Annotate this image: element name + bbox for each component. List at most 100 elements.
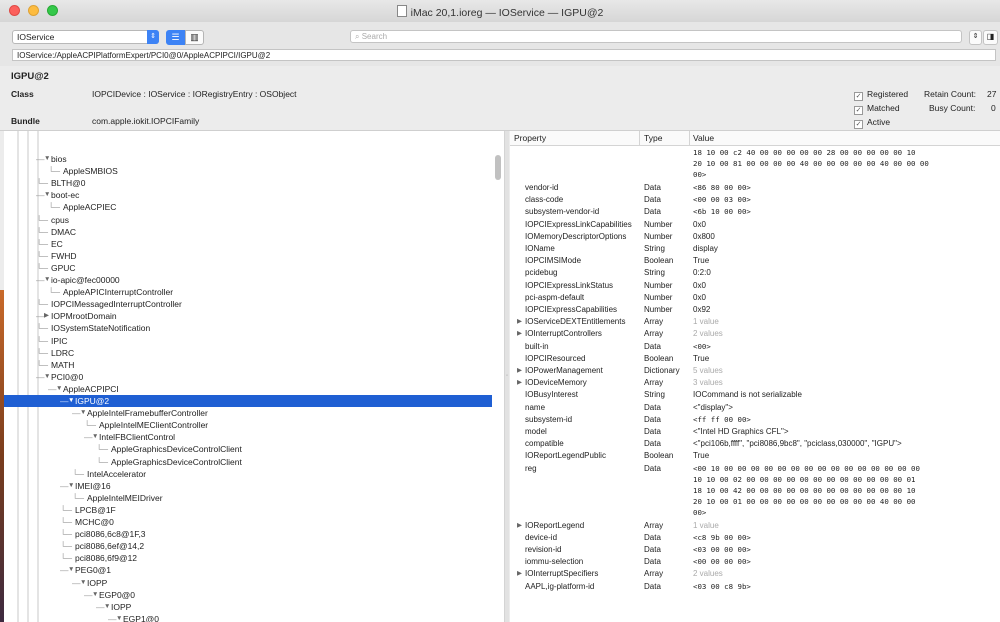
tree-row[interactable]: — ▼ EGP0@0 — [4, 589, 492, 601]
property-column-header[interactable]: Property — [514, 133, 546, 143]
property-row[interactable]: IOBusyInterest String IOCommand is not ser… — [510, 389, 1000, 401]
tree-row[interactable]: └─ AppleAPICInterruptController — [4, 286, 492, 298]
disclosure-collapsed-icon[interactable]: ▶ — [517, 328, 522, 339]
tree-row[interactable]: └─ cpus — [4, 214, 492, 226]
property-row[interactable]: ▶ IOServiceDEXTEntitlements Array 1 value — [510, 316, 1000, 328]
tree-row[interactable]: — ▼ io-apic@fec00000 — [4, 274, 492, 286]
tree-row[interactable]: └─ GPUC — [4, 262, 492, 274]
tree-row[interactable]: └─ IPIC — [4, 335, 492, 347]
tree-row[interactable]: — ▼ bios — [4, 153, 492, 165]
type-column-header[interactable]: Type — [644, 133, 662, 143]
tree-row[interactable]: — ▼ boot-ec — [4, 189, 492, 201]
tree-row[interactable]: └─ LDRC — [4, 347, 492, 359]
tree-row[interactable]: └─ AppleGraphicsDeviceControlClient — [4, 456, 492, 468]
tree-row[interactable]: └─ AppleACPIEC — [4, 201, 492, 213]
property-row[interactable]: reg Data <00 10 00 00 00 00 00 00 00 00 00… — [510, 463, 1000, 520]
disclosure-collapsed-icon[interactable]: ▶ — [517, 568, 522, 579]
property-row[interactable]: ▶ IODeviceMemory Array 3 values — [510, 377, 1000, 389]
property-row[interactable]: subsystem-vendor-id Data <6b 10 00 00> — [510, 206, 1000, 218]
disclosure-expanded-icon[interactable]: ▼ — [104, 601, 110, 613]
registry-tree[interactable]: — ▼ bios └─ AppleSMBIOS └─ BLTH@0— ▼ boot-ec └─ Ap… — [4, 131, 505, 622]
tree-row[interactable]: — ▼ PEG0@1 — [4, 564, 492, 576]
tree-row[interactable]: └─ AppleIntelMEIDriver — [4, 492, 492, 504]
tree-row[interactable]: — ▼ IGPU@2 — [4, 395, 492, 407]
property-row[interactable]: IOPCIMSIMode Boolean True — [510, 255, 1000, 267]
tree-row[interactable]: — ▼ AppleIntelFramebufferController — [4, 407, 492, 419]
disclosure-expanded-icon[interactable]: ▼ — [44, 371, 50, 383]
property-row[interactable]: iommu-selection Data <00 00 00 00> — [510, 556, 1000, 568]
property-row[interactable]: IOPCIExpressCapabilities Number 0x92 — [510, 304, 1000, 316]
tree-row[interactable]: └─ pci8086,6ef@14,2 — [4, 540, 492, 552]
tree-row[interactable]: — ▼ IOPP — [4, 577, 492, 589]
disclosure-expanded-icon[interactable]: ▼ — [68, 480, 74, 492]
disclosure-expanded-icon[interactable]: ▼ — [92, 431, 98, 443]
tree-row[interactable]: └─ AppleSMBIOS — [4, 165, 492, 177]
disclosure-collapsed-icon[interactable]: ▶ — [517, 377, 522, 388]
property-row[interactable]: IOReportLegendPublic Boolean True — [510, 450, 1000, 462]
tree-row[interactable]: └─ pci8086,6c8@1F,3 — [4, 528, 492, 540]
tree-row[interactable]: └─ pci8086,6f9@12 — [4, 552, 492, 564]
tree-row[interactable]: — ▼ EGP1@0 — [4, 613, 492, 622]
property-row[interactable]: IOPCIExpressLinkStatus Number 0x0 — [510, 280, 1000, 292]
property-row[interactable]: IOName String display — [510, 243, 1000, 255]
property-row[interactable]: compatible Data <"pci106b,ffff", "pci8086,… — [510, 438, 1000, 450]
tree-row[interactable]: └─ IOPCIMessagedInterruptController — [4, 298, 492, 310]
column-view-button[interactable]: ▥ — [185, 30, 204, 45]
property-row[interactable]: class-code Data <00 00 03 00> — [510, 194, 1000, 206]
property-row[interactable]: pci-aspm-default Number 0x0 — [510, 292, 1000, 304]
property-row[interactable]: ▶ IOPowerManagement Dictionary 5 values — [510, 365, 1000, 377]
tree-row[interactable]: └─ AppleIntelMEClientController — [4, 419, 492, 431]
property-row[interactable]: revision-id Data <03 00 00 00> — [510, 544, 1000, 556]
disclosure-expanded-icon[interactable]: ▼ — [44, 153, 50, 165]
tree-row[interactable]: └─ LPCB@1F — [4, 504, 492, 516]
tree-row[interactable]: — ▼ IOPP — [4, 601, 492, 613]
tree-row[interactable]: └─ MCHC@0 — [4, 516, 492, 528]
column-separator[interactable] — [689, 131, 690, 145]
disclosure-expanded-icon[interactable]: ▼ — [80, 577, 86, 589]
tree-row[interactable]: └─ AppleGraphicsDeviceControlClient — [4, 443, 492, 455]
disclosure-collapsed-icon[interactable]: ▶ — [517, 316, 522, 327]
tree-row[interactable]: — ▼ AppleACPIPCI — [4, 383, 492, 395]
property-row[interactable]: IOPCIExpressLinkCapabilities Number 0x0 — [510, 219, 1000, 231]
tree-row[interactable]: — ▼ IMEI@16 — [4, 480, 492, 492]
tree-row[interactable]: — ▶ IOPMrootDomain — [4, 310, 492, 322]
disclosure-expanded-icon[interactable]: ▼ — [92, 589, 98, 601]
tree-row[interactable]: — ▼ PCI0@0 — [4, 371, 492, 383]
disclosure-expanded-icon[interactable]: ▼ — [80, 407, 86, 419]
path-field[interactable]: IOService:/AppleACPIPlatformExpert/PCI0@… — [12, 49, 996, 61]
tree-row[interactable]: └─ FWHD — [4, 250, 492, 262]
property-row[interactable]: 18 10 00 c2 40 00 00 00 00 00 28 00 00 0… — [510, 147, 1000, 182]
property-row[interactable]: IOMemoryDescriptorOptions Number 0x800 — [510, 231, 1000, 243]
column-separator[interactable] — [639, 131, 640, 145]
property-row[interactable]: AAPL,ig-platform-id Data <03 00 c8 9b> — [510, 581, 1000, 593]
property-row[interactable]: model Data <"Intel HD Graphics CFL"> — [510, 426, 1000, 438]
property-row[interactable]: IOPCIResourced Boolean True — [510, 353, 1000, 365]
list-view-button[interactable]: ☰ — [166, 30, 185, 45]
disclosure-expanded-icon[interactable]: ▼ — [44, 189, 50, 201]
tree-row[interactable]: — ▼ IntelFBClientControl — [4, 431, 492, 443]
property-row[interactable]: ▶ IOInterruptControllers Array 2 values — [510, 328, 1000, 340]
disclosure-expanded-icon[interactable]: ▼ — [68, 395, 74, 407]
property-row[interactable]: vendor-id Data <86 80 00 00> — [510, 182, 1000, 194]
property-row[interactable]: name Data <"display"> — [510, 402, 1000, 414]
value-column-header[interactable]: Value — [693, 133, 714, 143]
disclosure-collapsed-icon[interactable]: ▶ — [517, 365, 522, 376]
plane-select[interactable]: IOService ⇕ — [12, 30, 159, 44]
disclosure-expanded-icon[interactable]: ▼ — [68, 564, 74, 576]
property-row[interactable]: built-in Data <00> — [510, 341, 1000, 353]
tree-row[interactable]: └─ MATH — [4, 359, 492, 371]
property-row[interactable]: ▶ IOReportLegend Array 1 value — [510, 520, 1000, 532]
property-row[interactable]: ▶ IOInterruptSpecifiers Array 2 values — [510, 568, 1000, 580]
tree-scrollbar[interactable] — [495, 155, 501, 180]
search-input[interactable]: ⌕ Search — [350, 30, 962, 43]
property-row[interactable]: device-id Data <c8 9b 00 00> — [510, 532, 1000, 544]
disclosure-expanded-icon[interactable]: ▼ — [56, 383, 62, 395]
tree-row[interactable]: └─ DMAC — [4, 226, 492, 238]
disclosure-expanded-icon[interactable]: ▼ — [116, 613, 122, 622]
disclosure-expanded-icon[interactable]: ▼ — [44, 274, 50, 286]
tree-row[interactable]: └─ BLTH@0 — [4, 177, 492, 189]
disclosure-collapsed-icon[interactable]: ▶ — [44, 310, 49, 322]
property-row[interactable]: pcidebug String 0:2:0 — [510, 267, 1000, 279]
tree-row[interactable]: └─ IntelAccelerator — [4, 468, 492, 480]
disclosure-collapsed-icon[interactable]: ▶ — [517, 520, 522, 531]
